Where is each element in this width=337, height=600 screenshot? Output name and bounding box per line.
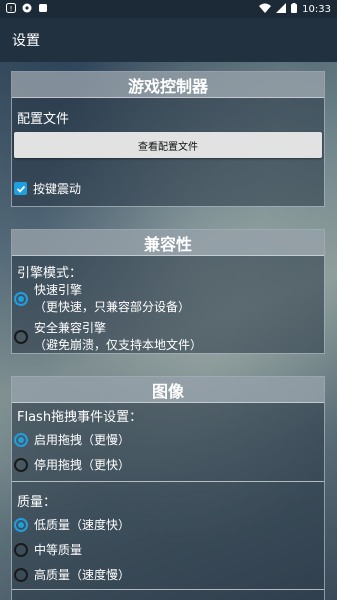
fast-engine-radio[interactable] — [14, 292, 28, 306]
vibration-label: 按键震动 — [33, 182, 82, 196]
safe-engine-desc: （避免崩溃，仅支持本地文件） — [34, 338, 203, 352]
quality-option-low[interactable]: 低质量（速度快） — [14, 516, 130, 533]
page-title: 设置 — [12, 33, 40, 49]
high-quality-label: 高质量（速度慢） — [34, 568, 131, 582]
quality-option-high[interactable]: 高质量（速度慢） — [14, 566, 130, 583]
drag-option-disable[interactable]: 停用拖拽（更快） — [14, 456, 130, 473]
check-icon — [16, 185, 25, 193]
enable-drag-radio[interactable] — [14, 432, 28, 447]
high-quality-radio[interactable] — [14, 567, 28, 582]
enable-drag-label: 启用拖拽（更慢） — [34, 433, 131, 447]
flash-drag-label: Flash拖拽事件设置： — [17, 410, 143, 425]
disable-drag-label: 停用拖拽（更快） — [34, 458, 131, 472]
compatibility-panel: 兼容性 引擎模式： 快速引擎 （更快速，只兼容部分设备） 安全兼容引擎 （避免崩… — [11, 229, 325, 354]
low-quality-label: 低质量（速度快） — [34, 518, 131, 532]
view-config-button[interactable]: 查看配置文件 — [14, 132, 322, 158]
engine-option-safe[interactable]: 安全兼容引擎 （避免崩溃，仅支持本地文件） — [14, 320, 202, 354]
safe-engine-title: 安全兼容引擎 — [34, 321, 107, 335]
compatibility-header: 兼容性 — [12, 230, 324, 256]
battery-icon — [291, 2, 298, 16]
vibration-checkbox[interactable] — [14, 182, 27, 195]
engine-option-fast[interactable]: 快速引擎 （更快速，只兼容部分设备） — [14, 282, 190, 316]
section-divider — [12, 481, 324, 482]
status-right: 10:33 — [259, 2, 331, 16]
vibration-row[interactable]: 按键震动 — [14, 180, 81, 197]
quality-label: 质量： — [17, 495, 57, 510]
disable-drag-radio[interactable] — [14, 457, 28, 472]
medium-quality-label: 中等质量 — [34, 543, 83, 557]
notification-icon: ! — [6, 2, 16, 16]
drag-option-enable[interactable]: 启用拖拽（更慢） — [14, 431, 130, 448]
status-bar: ! 10:33 — [0, 0, 337, 18]
game-controller-panel: 游戏控制器 配置文件 查看配置文件 按键震动 — [11, 71, 325, 207]
storage-icon — [38, 3, 48, 16]
config-file-label: 配置文件 — [17, 112, 70, 127]
image-header: 图像 — [12, 377, 324, 403]
low-quality-radio[interactable] — [14, 517, 28, 532]
signal-icon — [276, 2, 287, 16]
fast-engine-desc: （更快速，只兼容部分设备） — [34, 300, 191, 314]
quality-option-medium[interactable]: 中等质量 — [14, 541, 82, 558]
bottom-divider — [12, 589, 324, 590]
status-left: ! — [6, 2, 48, 16]
safe-engine-radio[interactable] — [14, 330, 28, 344]
status-time: 10:33 — [302, 3, 331, 15]
app-bar: 设置 — [0, 18, 337, 62]
fast-engine-title: 快速引擎 — [34, 283, 83, 297]
game-controller-header: 游戏控制器 — [12, 72, 324, 98]
wifi-icon — [259, 3, 272, 16]
medium-quality-radio[interactable] — [14, 542, 28, 557]
engine-mode-label: 引擎模式： — [17, 266, 83, 281]
app-notification-icon — [22, 3, 32, 16]
svg-text:!: ! — [10, 5, 13, 13]
image-panel: 图像 Flash拖拽事件设置： 启用拖拽（更慢） 停用拖拽（更快） 质量： 低质… — [11, 376, 325, 600]
